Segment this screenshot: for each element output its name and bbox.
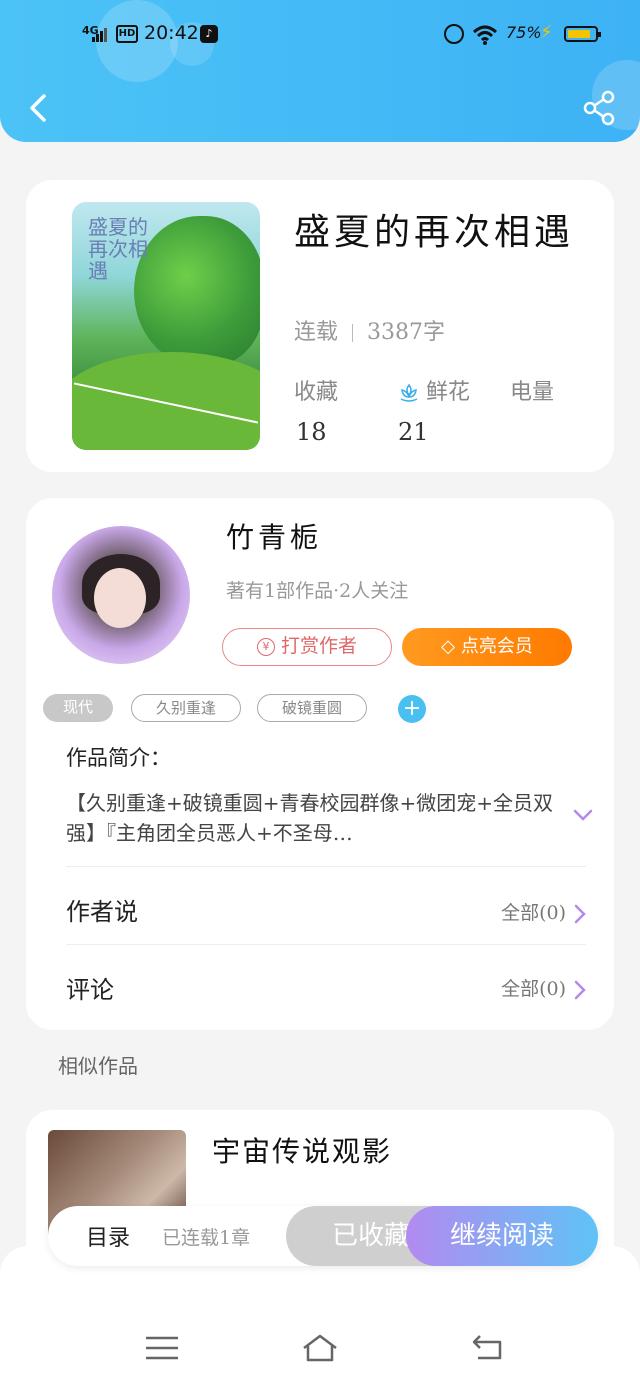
author-says-label[interactable]: 作者说 bbox=[66, 892, 138, 927]
comments-all[interactable]: 全部(0) bbox=[501, 974, 586, 1001]
flowers-stat[interactable]: 鲜花 bbox=[398, 374, 470, 406]
similar-book-title[interactable]: 宇宙传说观影 bbox=[212, 1130, 392, 1170]
intro-text[interactable]: 【久别重逢+破镜重圆+青春校园群像+微团宠+全员双强】『主角团全员恶人+不圣母… bbox=[66, 788, 556, 848]
vip-button[interactable]: ◇ 点亮会员 bbox=[402, 628, 572, 666]
system-nav-bar bbox=[0, 1246, 640, 1387]
wifi-icon bbox=[472, 25, 498, 45]
divider bbox=[66, 866, 586, 867]
author-card: 竹青栀 著有1部作品·2人关注 ¥ 打赏作者 ◇ 点亮会员 现代 久别重逢 破镜重圆… bbox=[26, 498, 614, 1030]
diamond-icon: ◇ bbox=[441, 636, 455, 657]
add-tag-button[interactable]: + bbox=[398, 695, 426, 723]
tip-author-button[interactable]: ¥ 打赏作者 bbox=[222, 628, 392, 666]
power-label[interactable]: 电量 bbox=[510, 374, 554, 406]
hd-badge: HD bbox=[116, 25, 138, 43]
share-icon[interactable] bbox=[580, 88, 620, 128]
flowers-label: 鲜花 bbox=[426, 380, 471, 405]
cover-title: 盛夏的再次相遇 bbox=[88, 215, 148, 283]
comments-label[interactable]: 评论 bbox=[66, 970, 114, 1005]
flowers-value: 21 bbox=[398, 418, 429, 446]
tag-mirror[interactable]: 破镜重圆 bbox=[257, 694, 367, 722]
author-name[interactable]: 竹青栀 bbox=[226, 516, 322, 556]
tiktok-notification-icon: ♪ bbox=[200, 25, 218, 43]
author-says-all[interactable]: 全部(0) bbox=[501, 898, 586, 925]
book-meta: 连载 3387字 bbox=[294, 314, 445, 346]
book-status: 连载 bbox=[294, 320, 339, 345]
chevron-right-icon bbox=[574, 980, 586, 1000]
status-time: 20:42 bbox=[144, 22, 199, 44]
expand-chevron-down-icon[interactable] bbox=[572, 804, 594, 826]
author-avatar[interactable] bbox=[52, 526, 190, 664]
favorites-label: 收藏 bbox=[294, 380, 339, 405]
status-bar: 4G HD 20:42 ♪ 75% ⚡ bbox=[0, 22, 640, 50]
tag-modern[interactable]: 现代 bbox=[43, 694, 113, 722]
bottom-action-bar: 目录 已连载1章 已收藏 继续阅读 bbox=[48, 1206, 598, 1266]
toc-button[interactable]: 目录 bbox=[86, 1220, 130, 1252]
alarm-icon bbox=[444, 24, 464, 44]
continue-reading-button[interactable]: 继续阅读 bbox=[406, 1206, 598, 1266]
word-count: 3387字 bbox=[367, 320, 446, 345]
header-bar: 4G HD 20:42 ♪ 75% ⚡ bbox=[0, 0, 640, 142]
chevron-right-icon bbox=[574, 904, 586, 924]
author-meta: 著有1部作品·2人关注 bbox=[226, 580, 409, 602]
favorites-value: 18 bbox=[296, 418, 327, 446]
battery-percent: 75% bbox=[506, 23, 542, 42]
divider bbox=[66, 944, 586, 945]
book-cover[interactable]: 盛夏的再次相遇 bbox=[72, 202, 260, 450]
flower-icon bbox=[400, 383, 418, 402]
serial-status: 已连载1章 bbox=[162, 1227, 251, 1249]
back-arrow-icon[interactable] bbox=[22, 88, 62, 128]
menu-icon[interactable] bbox=[142, 1332, 182, 1364]
intro-label: 作品简介： bbox=[66, 746, 171, 770]
back-nav-icon[interactable] bbox=[468, 1332, 508, 1364]
home-icon[interactable] bbox=[300, 1332, 340, 1364]
battery-icon bbox=[564, 26, 601, 42]
signal-icon bbox=[92, 28, 108, 42]
book-title: 盛夏的再次相遇 bbox=[294, 212, 575, 253]
book-info-card: 盛夏的再次相遇 盛夏的再次相遇 连载 3387字 收藏 鲜花 电量 18 21 bbox=[26, 180, 614, 472]
charging-icon: ⚡ bbox=[540, 22, 553, 43]
similar-section-title: 相似作品 bbox=[58, 1054, 138, 1078]
yen-icon: ¥ bbox=[256, 638, 275, 656]
tag-reunion[interactable]: 久别重逢 bbox=[131, 694, 241, 722]
